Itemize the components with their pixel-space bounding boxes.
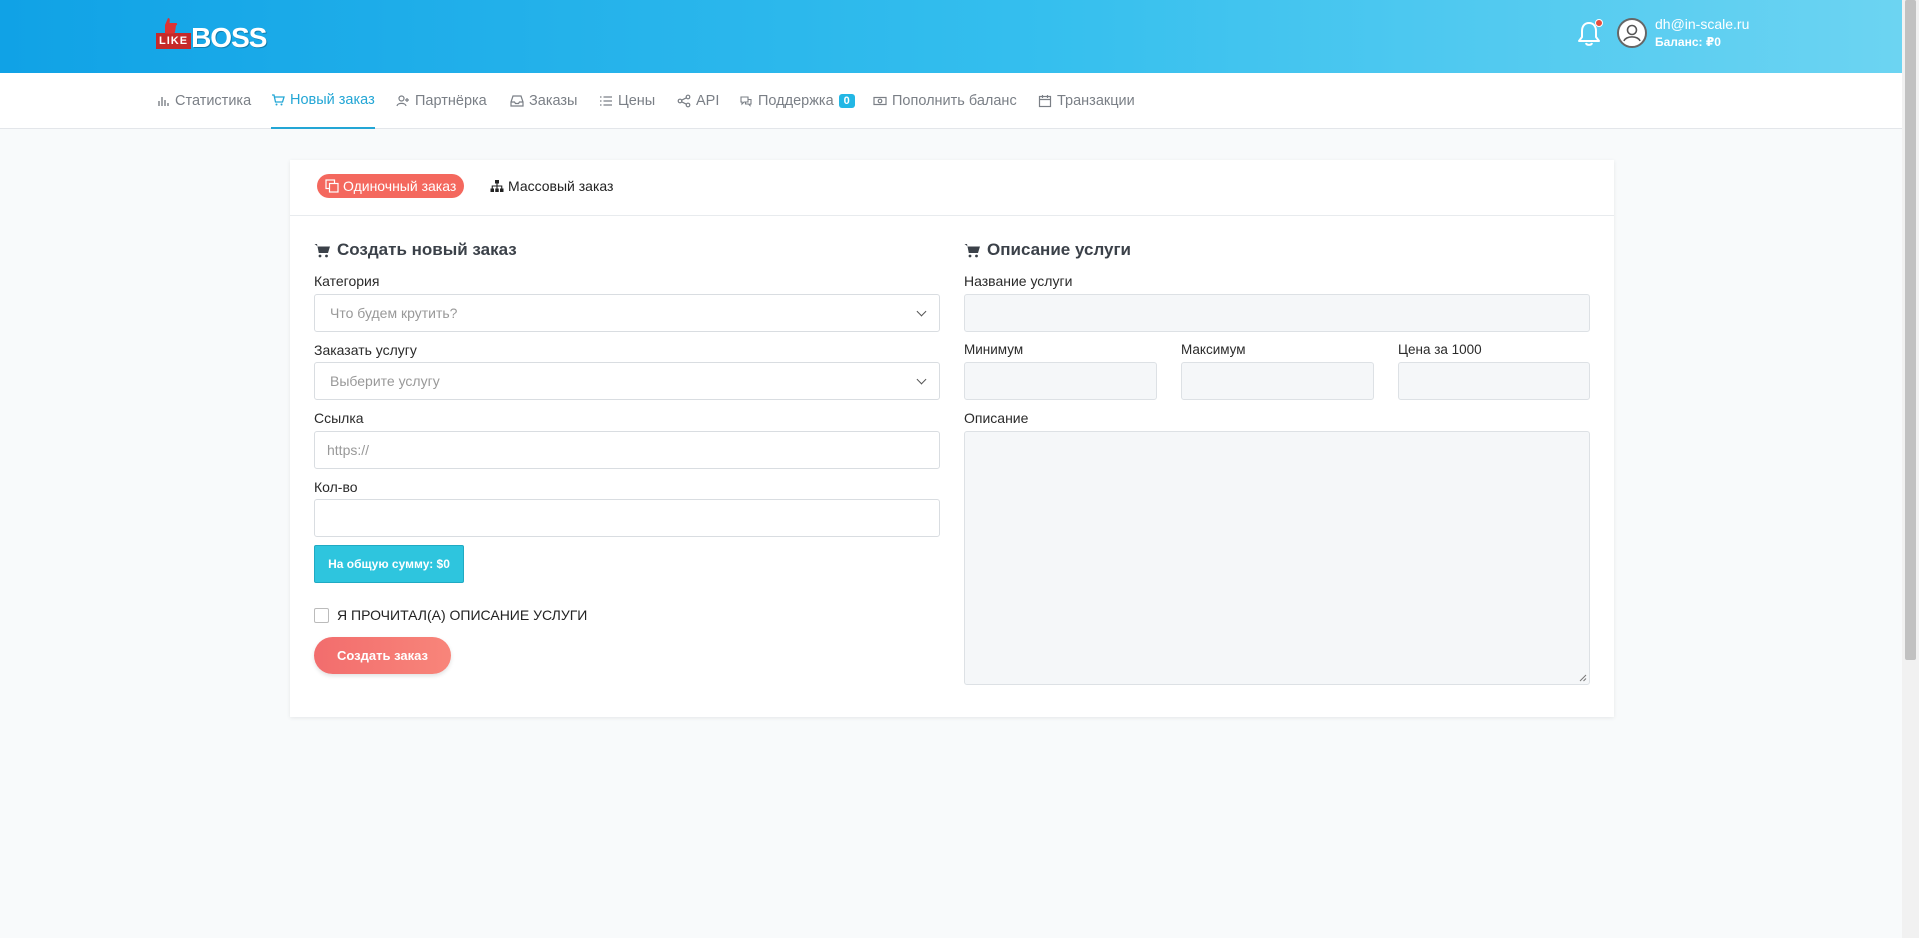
logo-like-badge: LIKE [156, 18, 192, 49]
link-label: Ссылка [314, 410, 364, 426]
thumbs-up-icon [165, 18, 178, 34]
cart-icon [964, 243, 980, 257]
maximum-label: Максимум [1181, 342, 1246, 357]
service-name-field [964, 294, 1590, 332]
user-avatar-icon[interactable] [1617, 18, 1647, 48]
agree-checkbox[interactable] [314, 608, 329, 623]
nav-item-new-order[interactable]: Новый заказ [271, 73, 375, 129]
site-logo[interactable]: LIKE BOSS [156, 14, 267, 54]
support-badge: 0 [838, 94, 855, 108]
nav-item-support[interactable]: Поддержка 0 [739, 73, 855, 129]
user-plus-icon [396, 95, 409, 107]
agree-label[interactable]: Я ПРОЧИТАЛ(А) ОПИСАНИЕ УСЛУГИ [337, 607, 587, 623]
nav-item-orders[interactable]: Заказы [510, 73, 577, 129]
nav-item-label: Транзакции [1057, 93, 1135, 109]
description-textarea[interactable] [964, 431, 1590, 685]
nav-item-statistics[interactable]: Статистика [156, 73, 251, 129]
nav-item-transactions[interactable]: Транзакции [1038, 73, 1135, 129]
sitemap-icon [490, 180, 504, 192]
scrollbar-thumb[interactable] [1905, 0, 1916, 660]
tab-single-order[interactable]: Одиночный заказ [317, 174, 465, 198]
minimum-field [964, 362, 1157, 400]
tab-mass-label: Массовый заказ [508, 178, 614, 194]
service-select[interactable]: Выберите услугу [314, 362, 940, 400]
nav-item-prices[interactable]: Цены [599, 73, 655, 129]
service-name-label: Название услуги [964, 273, 1073, 289]
nav-item-label: Статистика [175, 93, 252, 109]
price-per-1000-field [1398, 362, 1590, 400]
money-icon [873, 96, 887, 106]
main-nav: Статистика Новый заказ Партнёрка Заказы … [0, 73, 1902, 129]
share-icon [677, 94, 691, 108]
create-order-title: Создать новый заказ [314, 240, 517, 260]
notification-dot [1595, 19, 1603, 27]
nav-item-label: Цены [618, 93, 656, 109]
create-order-button[interactable]: Создать заказ [314, 637, 451, 674]
cart-icon [272, 94, 285, 106]
nav-item-label: API [696, 93, 720, 109]
description-label: Описание [964, 410, 1029, 426]
total-sum-button[interactable]: На общую сумму: $0 [314, 545, 464, 583]
price-per-1000-label: Цена за 1000 [1398, 342, 1482, 357]
create-order-title-text: Создать новый заказ [337, 240, 517, 259]
chat-icon [740, 96, 752, 107]
cart-icon [314, 243, 330, 257]
service-info-title: Описание услуги [964, 240, 1131, 260]
bar-chart-icon [158, 97, 169, 106]
category-placeholder: Что будем крутить? [330, 305, 458, 321]
service-label: Заказать услугу [314, 342, 417, 358]
page-scrollbar[interactable] [1902, 0, 1919, 938]
nav-item-top-up[interactable]: Пополнить баланс [873, 73, 1017, 129]
minimum-label: Минимум [964, 342, 1024, 357]
tab-single-label: Одиночный заказ [343, 178, 457, 194]
quantity-input[interactable] [314, 499, 940, 537]
category-label: Категория [314, 273, 380, 289]
top-header: LIKE BOSS dh@in-scale.ru Баланс: ₽0 [0, 0, 1902, 73]
nav-item-label: Новый заказ [290, 92, 375, 108]
logo-boss-text: BOSS [191, 22, 267, 53]
nav-item-label: Поддержка [758, 93, 834, 109]
link-input[interactable]: https:// [314, 431, 940, 469]
logo-like-text: LIKE [159, 35, 189, 47]
quantity-label: Кол-во [314, 479, 358, 495]
user-silhouette-icon [1623, 24, 1641, 42]
service-placeholder: Выберите услугу [330, 373, 440, 389]
calendar-icon [1038, 95, 1052, 108]
inbox-icon [510, 95, 524, 107]
nav-item-label: Заказы [529, 93, 578, 109]
order-type-tabs: Одиночный заказ Массовый заказ [290, 160, 1614, 216]
user-email[interactable]: dh@in-scale.ru [1655, 16, 1749, 32]
tab-mass-order[interactable]: Массовый заказ [490, 174, 613, 198]
resize-handle-icon[interactable] [1579, 674, 1587, 682]
nav-item-label: Партнёрка [415, 93, 487, 109]
nav-item-label: Пополнить баланс [892, 93, 1017, 109]
list-icon [600, 96, 612, 106]
nav-item-partner[interactable]: Партнёрка [396, 73, 487, 129]
maximum-field [1181, 362, 1374, 400]
link-placeholder: https:// [327, 442, 370, 458]
user-balance: Баланс: ₽0 [1655, 35, 1721, 49]
order-card: Одиночный заказ Массовый заказ Создать н… [290, 160, 1614, 717]
service-info-title-text: Описание услуги [987, 240, 1132, 259]
copy-icon [325, 179, 339, 193]
nav-item-api[interactable]: API [677, 73, 719, 129]
category-select[interactable]: Что будем крутить? [314, 294, 940, 332]
